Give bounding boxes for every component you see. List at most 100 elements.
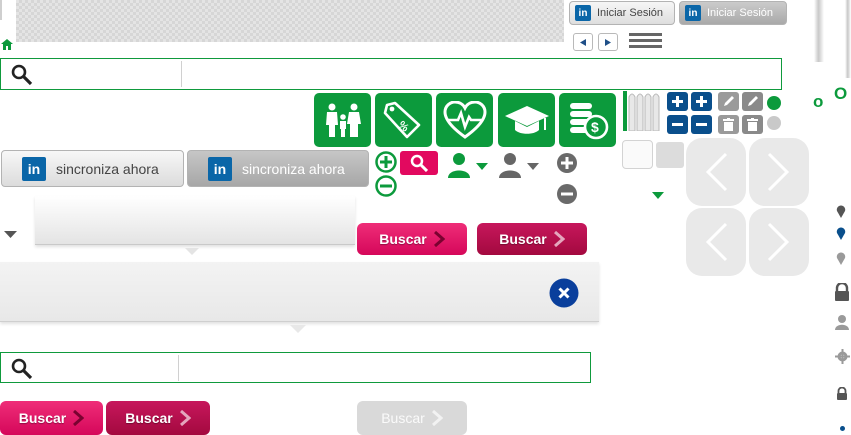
- zoom-plus-button[interactable]: [667, 92, 688, 111]
- search-icon[interactable]: [11, 358, 33, 380]
- search-input[interactable]: [191, 63, 771, 85]
- svg-text:$: $: [591, 119, 599, 135]
- plus-icon: [375, 151, 397, 173]
- user-menu-active[interactable]: [447, 152, 492, 178]
- expand-button[interactable]: [556, 152, 578, 174]
- search-input[interactable]: [189, 357, 584, 379]
- chevron-right-icon: [767, 152, 790, 192]
- carousel-prev-button[interactable]: [686, 138, 746, 206]
- search-divider: [181, 61, 182, 87]
- edit-button-hover[interactable]: [742, 92, 763, 111]
- search-submit-label: Buscar: [379, 231, 427, 247]
- search-icon[interactable]: [11, 64, 33, 86]
- user-icon: [835, 315, 849, 330]
- health-tile[interactable]: [436, 93, 493, 147]
- next-button[interactable]: [598, 33, 618, 51]
- family-icon: [325, 103, 361, 137]
- linkedin-login-button[interactable]: in Iniciar Sesión: [569, 1, 675, 25]
- status-dot-inactive: [767, 116, 781, 130]
- linkedin-login-label-hover: Iniciar Sesión: [707, 7, 774, 19]
- search-submit-label-bottom-hover: Buscar: [125, 410, 173, 426]
- search-submit-button[interactable]: Buscar: [357, 223, 467, 255]
- add-circle-button[interactable]: [375, 151, 397, 173]
- plus-icon: [696, 96, 707, 107]
- level-bars: [623, 91, 663, 132]
- pencil-icon: [748, 96, 758, 106]
- scroll-rail: [814, 0, 824, 62]
- linkedin-logo: in: [575, 5, 591, 21]
- zoom-minus-button-hover[interactable]: [691, 115, 712, 134]
- search-submit-button-bottom[interactable]: Buscar: [0, 401, 103, 435]
- lock-icon: [834, 281, 850, 301]
- map-pin-icon: [836, 227, 846, 240]
- prev-button[interactable]: [573, 33, 593, 51]
- zoom-minus-button[interactable]: [667, 115, 688, 134]
- checkbox-disabled[interactable]: [656, 142, 684, 168]
- map-pin-icon: [836, 252, 846, 265]
- search-bar-bottom[interactable]: [0, 352, 591, 383]
- chevron-down-icon[interactable]: [4, 226, 17, 238]
- linkedin-logo: in: [685, 5, 701, 21]
- chevron-right-icon: [73, 410, 85, 426]
- search-submit-button-bottom-hover[interactable]: Buscar: [106, 401, 210, 435]
- chevron-down-icon[interactable]: [652, 187, 664, 199]
- family-tile[interactable]: [314, 93, 371, 147]
- edit-button[interactable]: [718, 92, 739, 111]
- education-tile[interactable]: [498, 93, 555, 147]
- search-submit-button-disabled[interactable]: Buscar: [357, 401, 467, 435]
- linkedin-sync-button[interactable]: in sincroniza ahora: [1, 150, 184, 187]
- status-dot-active: [767, 96, 781, 110]
- delete-button-hover[interactable]: [742, 115, 763, 134]
- search-submit-label-bottom: Buscar: [18, 410, 67, 426]
- banner-placeholder: [16, 0, 564, 42]
- chevron-right-icon: [767, 222, 790, 262]
- linkedin-sync-label-hover: sincroniza ahora: [242, 160, 345, 177]
- carousel-next-button[interactable]: [749, 138, 809, 206]
- chevron-left-icon: [705, 152, 728, 192]
- gear-icon: [835, 349, 850, 364]
- chevron-right-icon: [179, 410, 191, 426]
- remove-circle-button[interactable]: [375, 175, 397, 197]
- search-divider: [178, 355, 179, 381]
- search-submit-button-hover[interactable]: Buscar: [477, 223, 587, 255]
- close-button[interactable]: [549, 278, 579, 308]
- linkedin-sync-button-hover[interactable]: in sincroniza ahora: [187, 150, 369, 187]
- search-button-small[interactable]: [400, 151, 438, 175]
- finance-tile[interactable]: $: [559, 93, 616, 147]
- user-icon: [499, 153, 539, 178]
- info-panel: [0, 262, 599, 322]
- chevron-right-icon: [605, 38, 611, 46]
- chevron-left-icon: [705, 222, 728, 262]
- linkedin-logo: in: [208, 156, 232, 181]
- banner-edge: [0, 0, 2, 20]
- edge-letter: o: [813, 92, 824, 111]
- linkedin-login-label: Iniciar Sesión: [597, 7, 664, 19]
- search-submit-label-disabled: Buscar: [381, 410, 425, 426]
- minus-icon: [696, 123, 707, 126]
- chevron-left-icon: [580, 38, 586, 46]
- heart-pulse-icon: [442, 101, 487, 139]
- linkedin-login-button-hover[interactable]: in Iniciar Sesión: [679, 1, 787, 25]
- close-icon: [549, 278, 579, 308]
- menu-icon[interactable]: [629, 33, 662, 49]
- collapse-button[interactable]: [556, 183, 578, 205]
- discount-tag-icon: %: [383, 101, 420, 139]
- checkbox-unchecked[interactable]: [622, 140, 653, 169]
- pencil-icon: [724, 96, 734, 106]
- minus-icon: [557, 184, 577, 204]
- search-bar-top[interactable]: [0, 58, 782, 90]
- info-panel-pointer: [290, 321, 306, 333]
- carousel-prev-button-hover[interactable]: [686, 208, 746, 276]
- lock-icon: [836, 386, 848, 400]
- linkedin-sync-label: sincroniza ahora: [56, 160, 159, 177]
- user-menu-inactive[interactable]: [498, 152, 543, 178]
- carousel-next-button-hover[interactable]: [749, 208, 809, 276]
- dropdown-pointer: [185, 243, 199, 255]
- discount-tile[interactable]: %: [375, 93, 432, 147]
- zoom-plus-button-hover[interactable]: [691, 92, 712, 111]
- home-icon[interactable]: [1, 37, 13, 50]
- chevron-right-icon: [431, 410, 443, 426]
- delete-button[interactable]: [718, 115, 739, 134]
- chevron-right-icon: [553, 231, 565, 247]
- scroll-rail: [845, 0, 851, 78]
